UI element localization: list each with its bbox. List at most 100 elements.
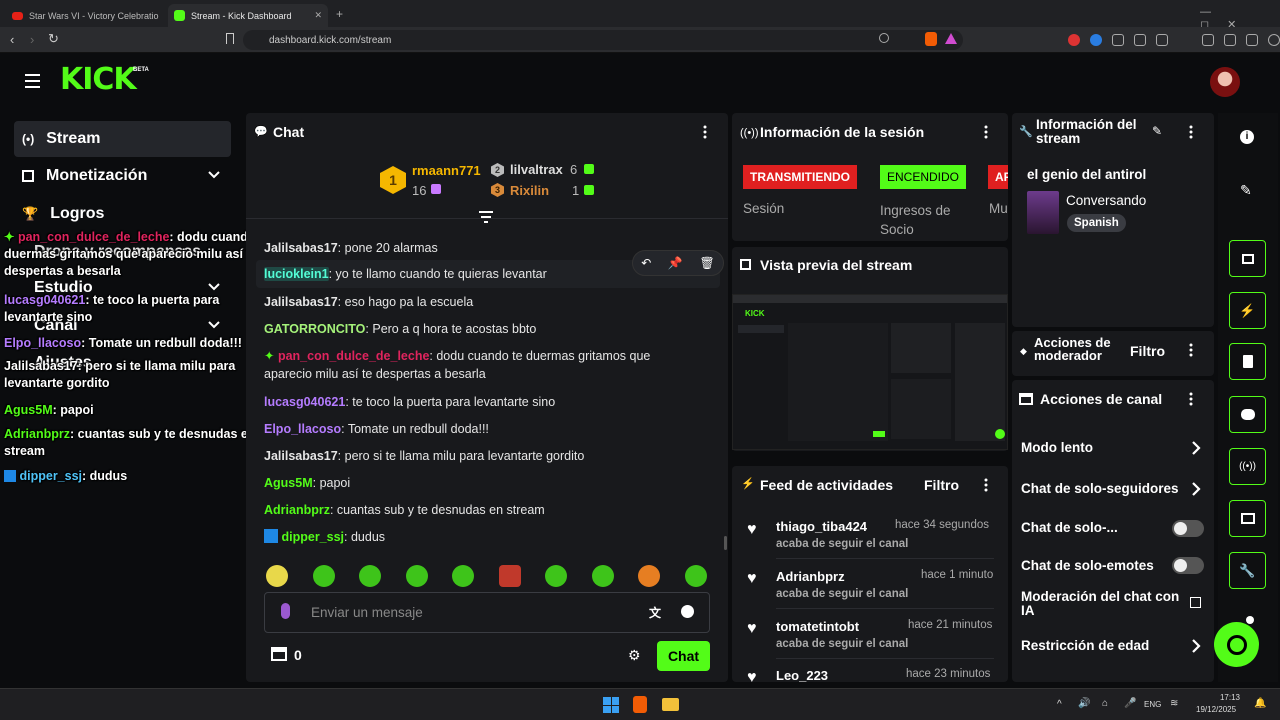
emoji-icon[interactable] <box>681 605 694 618</box>
chat-input[interactable]: Enviar un mensaje 文 <box>264 592 710 633</box>
rail-notes-button[interactable] <box>1229 343 1266 380</box>
new-tab-icon[interactable]: + <box>336 7 343 21</box>
rail-tools-button[interactable]: 🔧 <box>1229 552 1266 589</box>
edit-icon[interactable]: ✎ <box>1152 124 1162 138</box>
kick-logo[interactable]: KICK <box>60 62 137 97</box>
send-chat-button[interactable]: Chat <box>657 641 710 671</box>
feed-name[interactable]: thiago_tiba424 <box>776 519 867 534</box>
settings-gear-icon[interactable]: ⚙ <box>628 647 641 664</box>
sidebar-item-monetizacion[interactable]: Monetización <box>14 158 231 194</box>
chat-username[interactable]: Jalilsabas17 <box>264 449 338 463</box>
microphone-icon[interactable] <box>281 603 290 619</box>
emote-icon[interactable] <box>359 565 381 587</box>
chat-username[interactable]: Agus5M <box>264 476 313 490</box>
chevron-right-icon[interactable] <box>1190 441 1202 455</box>
browser-tab[interactable]: Star Wars VI - Victory Celebration Ext <box>6 4 166 27</box>
media-icon[interactable] <box>1156 34 1168 46</box>
sidebar-toggle-icon[interactable] <box>1202 34 1214 46</box>
extension-icon[interactable] <box>1112 34 1124 46</box>
stream-preview-video[interactable]: KICK <box>732 294 1008 450</box>
language-indicator[interactable]: ENG <box>1144 700 1161 709</box>
emote-icon[interactable] <box>406 565 428 587</box>
scrollbar[interactable] <box>724 536 727 550</box>
moderator-filter-button[interactable]: Filtro <box>1130 343 1165 359</box>
wifi-icon[interactable]: ≋ <box>1170 698 1178 709</box>
emote-icon[interactable] <box>313 565 335 587</box>
info-icon[interactable]: i <box>1240 130 1254 144</box>
pin-icon[interactable]: 📌 <box>668 256 683 270</box>
bookmark-icon[interactable] <box>226 33 234 44</box>
brave-rewards-icon[interactable] <box>945 33 957 44</box>
support-button[interactable] <box>1214 622 1259 667</box>
more-options-icon[interactable] <box>703 125 707 139</box>
followers-only-action[interactable]: Chat de solo-seguidores <box>1021 481 1179 496</box>
clock-time[interactable]: 17:13 <box>1210 693 1240 702</box>
chat-username[interactable]: Jalilsabas17 <box>264 241 338 255</box>
windows-start-icon[interactable] <box>603 697 619 713</box>
leo-icon[interactable] <box>1246 34 1258 46</box>
leaderboard-name[interactable]: Rixilin <box>510 183 549 198</box>
wallet-icon[interactable] <box>1224 34 1236 46</box>
rail-activity-button[interactable]: ⚡ <box>1229 292 1266 329</box>
clock-date[interactable]: 19/12/2025 <box>1196 705 1236 714</box>
tray-chevron-icon[interactable]: ^ <box>1057 699 1062 710</box>
forward-icon[interactable]: › <box>30 32 34 47</box>
sidebar-item-stream[interactable]: (•) Stream <box>14 121 231 157</box>
back-icon[interactable]: ‹ <box>10 32 14 47</box>
sidebar-item-logros[interactable]: 🏆 Logros <box>14 196 231 232</box>
browser-tab-active[interactable]: Stream - Kick Dashboard ✕ <box>168 4 328 27</box>
emote-icon[interactable] <box>545 565 567 587</box>
rail-stream-info-button[interactable] <box>1229 240 1266 277</box>
record-icon[interactable] <box>1068 34 1080 46</box>
emote-icon[interactable] <box>685 565 707 587</box>
mic-icon[interactable]: 🎤 <box>1124 698 1136 709</box>
extension-icon[interactable] <box>1090 34 1102 46</box>
notifications-icon[interactable]: 🔔 <box>1254 698 1266 709</box>
emote-icon[interactable] <box>266 565 288 587</box>
vpn-icon[interactable] <box>1268 34 1280 46</box>
store-icon[interactable] <box>271 647 287 661</box>
volume-icon[interactable]: 🔊 <box>1078 698 1090 709</box>
network-icon[interactable]: ⌂ <box>1102 698 1108 709</box>
emotes-only-toggle[interactable] <box>1172 557 1204 574</box>
more-options-icon[interactable] <box>1189 343 1193 357</box>
reply-icon[interactable]: ↶ <box>641 256 651 270</box>
emote-icon[interactable] <box>499 565 521 587</box>
age-restriction-action[interactable]: Restricción de edad <box>1021 638 1149 653</box>
emote-icon[interactable] <box>452 565 474 587</box>
translate-icon[interactable]: 文 <box>649 604 661 621</box>
feed-filter-button[interactable]: Filtro <box>924 477 959 493</box>
brave-shield-icon[interactable] <box>925 32 937 46</box>
brave-icon[interactable] <box>633 696 647 713</box>
rail-chat-button[interactable] <box>1229 396 1266 433</box>
puzzle-icon[interactable] <box>1134 34 1146 46</box>
file-explorer-icon[interactable] <box>662 698 679 711</box>
edit-icon[interactable]: ✎ <box>1240 182 1252 199</box>
rail-preview-button[interactable] <box>1229 500 1266 537</box>
emote-icon[interactable] <box>592 565 614 587</box>
chat-username[interactable]: Adrianbprz <box>264 503 330 517</box>
chat-username[interactable]: Elpo_llacoso <box>264 422 341 436</box>
external-link-icon[interactable] <box>1190 597 1201 608</box>
feed-name[interactable]: tomatetintobt <box>776 619 859 634</box>
rail-broadcast-button[interactable]: ((•)) <box>1229 448 1266 485</box>
feed-name[interactable]: Adrianbprz <box>776 569 845 584</box>
chat-username[interactable]: GATORRONCITO <box>264 322 365 336</box>
chat-username[interactable]: dipper_ssj <box>281 530 344 544</box>
filter-icon[interactable] <box>478 210 494 224</box>
url-field[interactable]: dashboard.kick.com/stream <box>243 30 963 50</box>
reload-icon[interactable]: ↻ <box>48 31 59 47</box>
subs-only-toggle[interactable] <box>1172 520 1204 537</box>
chevron-right-icon[interactable] <box>1190 639 1202 653</box>
close-tab-icon[interactable]: ✕ <box>314 10 322 21</box>
chat-username[interactable]: pan_con_dulce_de_leche <box>278 349 429 363</box>
category-thumbnail[interactable] <box>1027 191 1059 234</box>
more-options-icon[interactable] <box>984 125 988 139</box>
chevron-right-icon[interactable] <box>1190 482 1202 496</box>
feed-name[interactable]: Leo_223 <box>776 668 828 682</box>
avatar[interactable] <box>1210 67 1240 97</box>
leaderboard-name[interactable]: rmaann771 <box>412 163 481 178</box>
more-options-icon[interactable] <box>984 478 988 492</box>
leaderboard-name[interactable]: lilvaltrax <box>510 162 563 177</box>
emote-icon[interactable] <box>638 565 660 587</box>
